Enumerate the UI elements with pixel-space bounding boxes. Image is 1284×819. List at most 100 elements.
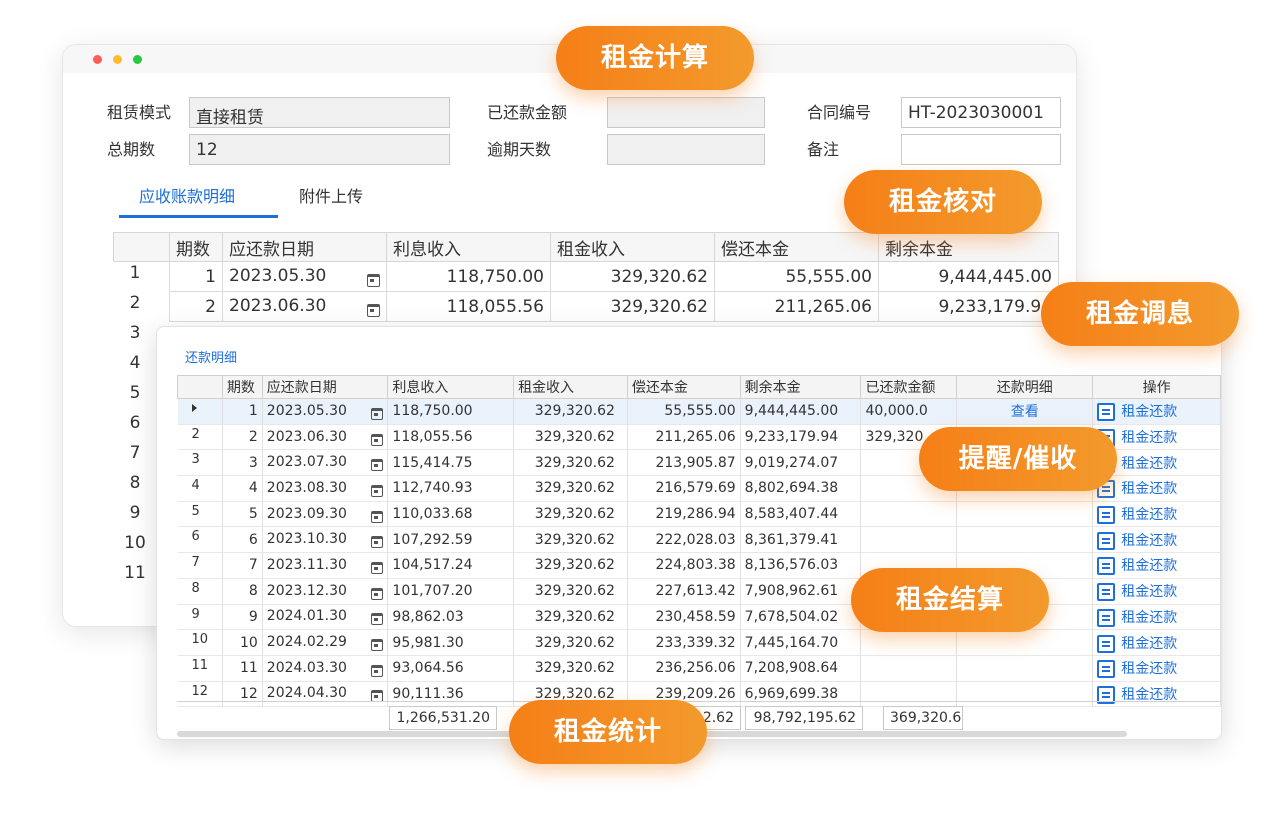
interest-cell: 115,414.75 [387, 449, 515, 477]
table-row[interactable]: 9 9 2024.01.30 98,862.03 329,320.62 230,458.5… [177, 604, 1221, 631]
interest-cell: 118,750.00 [386, 261, 551, 292]
date-cell[interactable]: 2023.10.30 [262, 526, 389, 554]
table-row[interactable]: 5 5 2023.09.30 110,033.68 329,320.62 219,286.… [177, 501, 1221, 528]
calendar-icon[interactable] [371, 664, 384, 677]
row-number: 1 [129, 263, 141, 283]
paid-cell [860, 501, 958, 528]
rent-repay-action[interactable]: 租金还款 [1092, 578, 1221, 605]
calendar-icon[interactable] [371, 639, 384, 652]
period-cell: 6 [222, 526, 263, 554]
column-header[interactable]: 操作 [1092, 375, 1221, 399]
row-number-column: 1 2 3 4 5 6 7 8 9 10 11 [115, 263, 155, 593]
date-cell[interactable]: 2023.06.30 [262, 424, 389, 451]
minimize-dot-icon[interactable] [113, 55, 122, 64]
window-title: 还款明细 [185, 351, 238, 366]
rent-repay-action[interactable]: 租金还款 [1092, 604, 1221, 631]
remind-collect-badge: 提醒/催收 [919, 427, 1117, 491]
remain-cell: 9,233,179.94 [878, 291, 1059, 322]
remark-field[interactable] [901, 134, 1061, 165]
document-icon [1097, 608, 1116, 627]
column-header[interactable]: 利息收入 [386, 232, 551, 262]
calendar-icon[interactable] [371, 561, 384, 574]
column-header[interactable]: 期数 [221, 375, 263, 399]
column-header[interactable]: 租金收入 [513, 375, 628, 399]
column-header[interactable]: 剩余本金 [878, 232, 1059, 262]
rent-repay-action[interactable]: 租金还款 [1092, 629, 1221, 656]
repayment-detail-window: 还款明细 期数 应还款日期 利息收入 租金收入 偿还本金 剩余本金 已还款金额 … [156, 326, 1222, 740]
calendar-icon[interactable] [371, 459, 384, 472]
contract-no-label: 合同编号 [807, 103, 872, 122]
tab-receivables[interactable]: 应收账款明细 [139, 183, 235, 207]
column-header[interactable]: 应还款日期 [222, 232, 387, 262]
repaid-amount-field[interactable] [607, 97, 765, 128]
column-header[interactable]: 期数 [169, 232, 223, 262]
date-cell[interactable]: 2023.06.30 [222, 291, 387, 322]
calendar-icon[interactable] [371, 613, 384, 626]
rent-repay-action[interactable]: 租金还款 [1092, 552, 1221, 579]
date-cell[interactable]: 2024.01.30 [262, 604, 389, 631]
date-cell[interactable]: 2023.08.30 [262, 475, 389, 502]
interest-cell: 118,750.00 [387, 398, 515, 425]
calendar-icon[interactable] [371, 536, 384, 549]
calendar-icon[interactable] [367, 304, 380, 317]
calendar-icon[interactable] [371, 433, 384, 446]
column-header[interactable]: 剩余本金 [739, 375, 862, 399]
table-row[interactable]: 7 7 2023.11.30 104,517.24 329,320.62 224,803.… [177, 552, 1221, 579]
close-dot-icon[interactable] [93, 55, 102, 64]
calendar-icon[interactable] [367, 274, 380, 287]
rent-adjust-badge: 租金调息 [1041, 282, 1239, 346]
column-header[interactable]: 利息收入 [387, 375, 515, 399]
document-icon [1097, 403, 1116, 422]
table-row[interactable]: 11 11 2024.03.30 93,064.56 329,320.62 236,256… [177, 655, 1221, 682]
total-periods-field[interactable]: 12 [189, 134, 450, 165]
calendar-icon[interactable] [371, 587, 384, 600]
date-cell[interactable]: 2023.05.30 [262, 398, 389, 425]
date-cell[interactable]: 2023.05.30 [222, 261, 387, 292]
rent-repay-action[interactable]: 租金还款 [1092, 526, 1221, 554]
calendar-icon[interactable] [371, 510, 384, 523]
view-detail-link[interactable] [956, 655, 1094, 682]
principal-cell: 55,555.00 [714, 261, 879, 292]
remain-cell: 7,678,504.02 [740, 604, 862, 631]
column-header[interactable]: 租金收入 [550, 232, 715, 262]
table-row[interactable]: 1 2023.05.30 118,750.00 329,320.62 55,555.00… [177, 398, 1221, 425]
rent-mode-field[interactable]: 直接租赁 [189, 97, 450, 128]
maximize-dot-icon[interactable] [133, 55, 142, 64]
date-cell[interactable]: 2024.02.29 [262, 629, 389, 656]
contract-no-field[interactable]: HT-2023030001 [901, 97, 1061, 128]
rent-repay-action[interactable]: 租金还款 [1092, 655, 1221, 682]
rent-cell: 329,320.62 [513, 398, 628, 425]
view-detail-link[interactable] [956, 629, 1094, 656]
view-detail-link[interactable]: 查看 [956, 398, 1094, 425]
date-cell[interactable]: 2023.12.30 [262, 578, 389, 605]
table-row[interactable]: 10 10 2024.02.29 95,981.30 329,320.62 233,339… [177, 629, 1221, 656]
date-cell[interactable]: 2023.09.30 [262, 501, 389, 528]
rent-repay-action[interactable]: 租金还款 [1092, 501, 1221, 528]
column-header[interactable]: 偿还本金 [714, 232, 879, 262]
calendar-icon[interactable] [371, 484, 384, 497]
table-row[interactable]: 2 2023.06.30 118,055.56 329,320.62 211,2… [114, 291, 1059, 322]
paid-cell [860, 655, 958, 682]
table-row[interactable]: 6 6 2023.10.30 107,292.59 329,320.62 222,028.… [177, 526, 1221, 554]
tab-attachments[interactable]: 附件上传 [299, 183, 363, 207]
overdue-days-field[interactable] [607, 134, 765, 165]
column-header[interactable]: 还款明细 [956, 375, 1094, 399]
row-number: 6 [129, 413, 141, 433]
date-cell[interactable]: 2024.03.30 [262, 655, 389, 682]
rent-cell: 329,320.62 [513, 552, 628, 579]
rent-repay-action[interactable]: 租金还款 [1092, 398, 1221, 425]
view-detail-link[interactable] [956, 526, 1094, 554]
date-cell[interactable]: 2023.07.30 [262, 449, 389, 477]
rent-repay-action[interactable]: 租金还款 [1092, 475, 1221, 502]
period-cell: 4 [222, 475, 263, 502]
view-detail-link[interactable] [956, 501, 1094, 528]
column-header[interactable]: 偿还本金 [626, 375, 741, 399]
table-row[interactable]: 1 2023.05.30 118,750.00 329,320.62 55,55… [114, 261, 1059, 292]
date-cell[interactable]: 2023.11.30 [262, 552, 389, 579]
table-row[interactable]: 8 8 2023.12.30 101,707.20 329,320.62 227,613.… [177, 578, 1221, 605]
total-interest: 1,266,531.20 [389, 706, 497, 730]
column-header[interactable]: 应还款日期 [261, 375, 389, 399]
column-header[interactable]: 已还款金额 [860, 375, 958, 399]
principal-cell: 236,256.06 [627, 655, 741, 682]
calendar-icon[interactable] [371, 407, 384, 420]
